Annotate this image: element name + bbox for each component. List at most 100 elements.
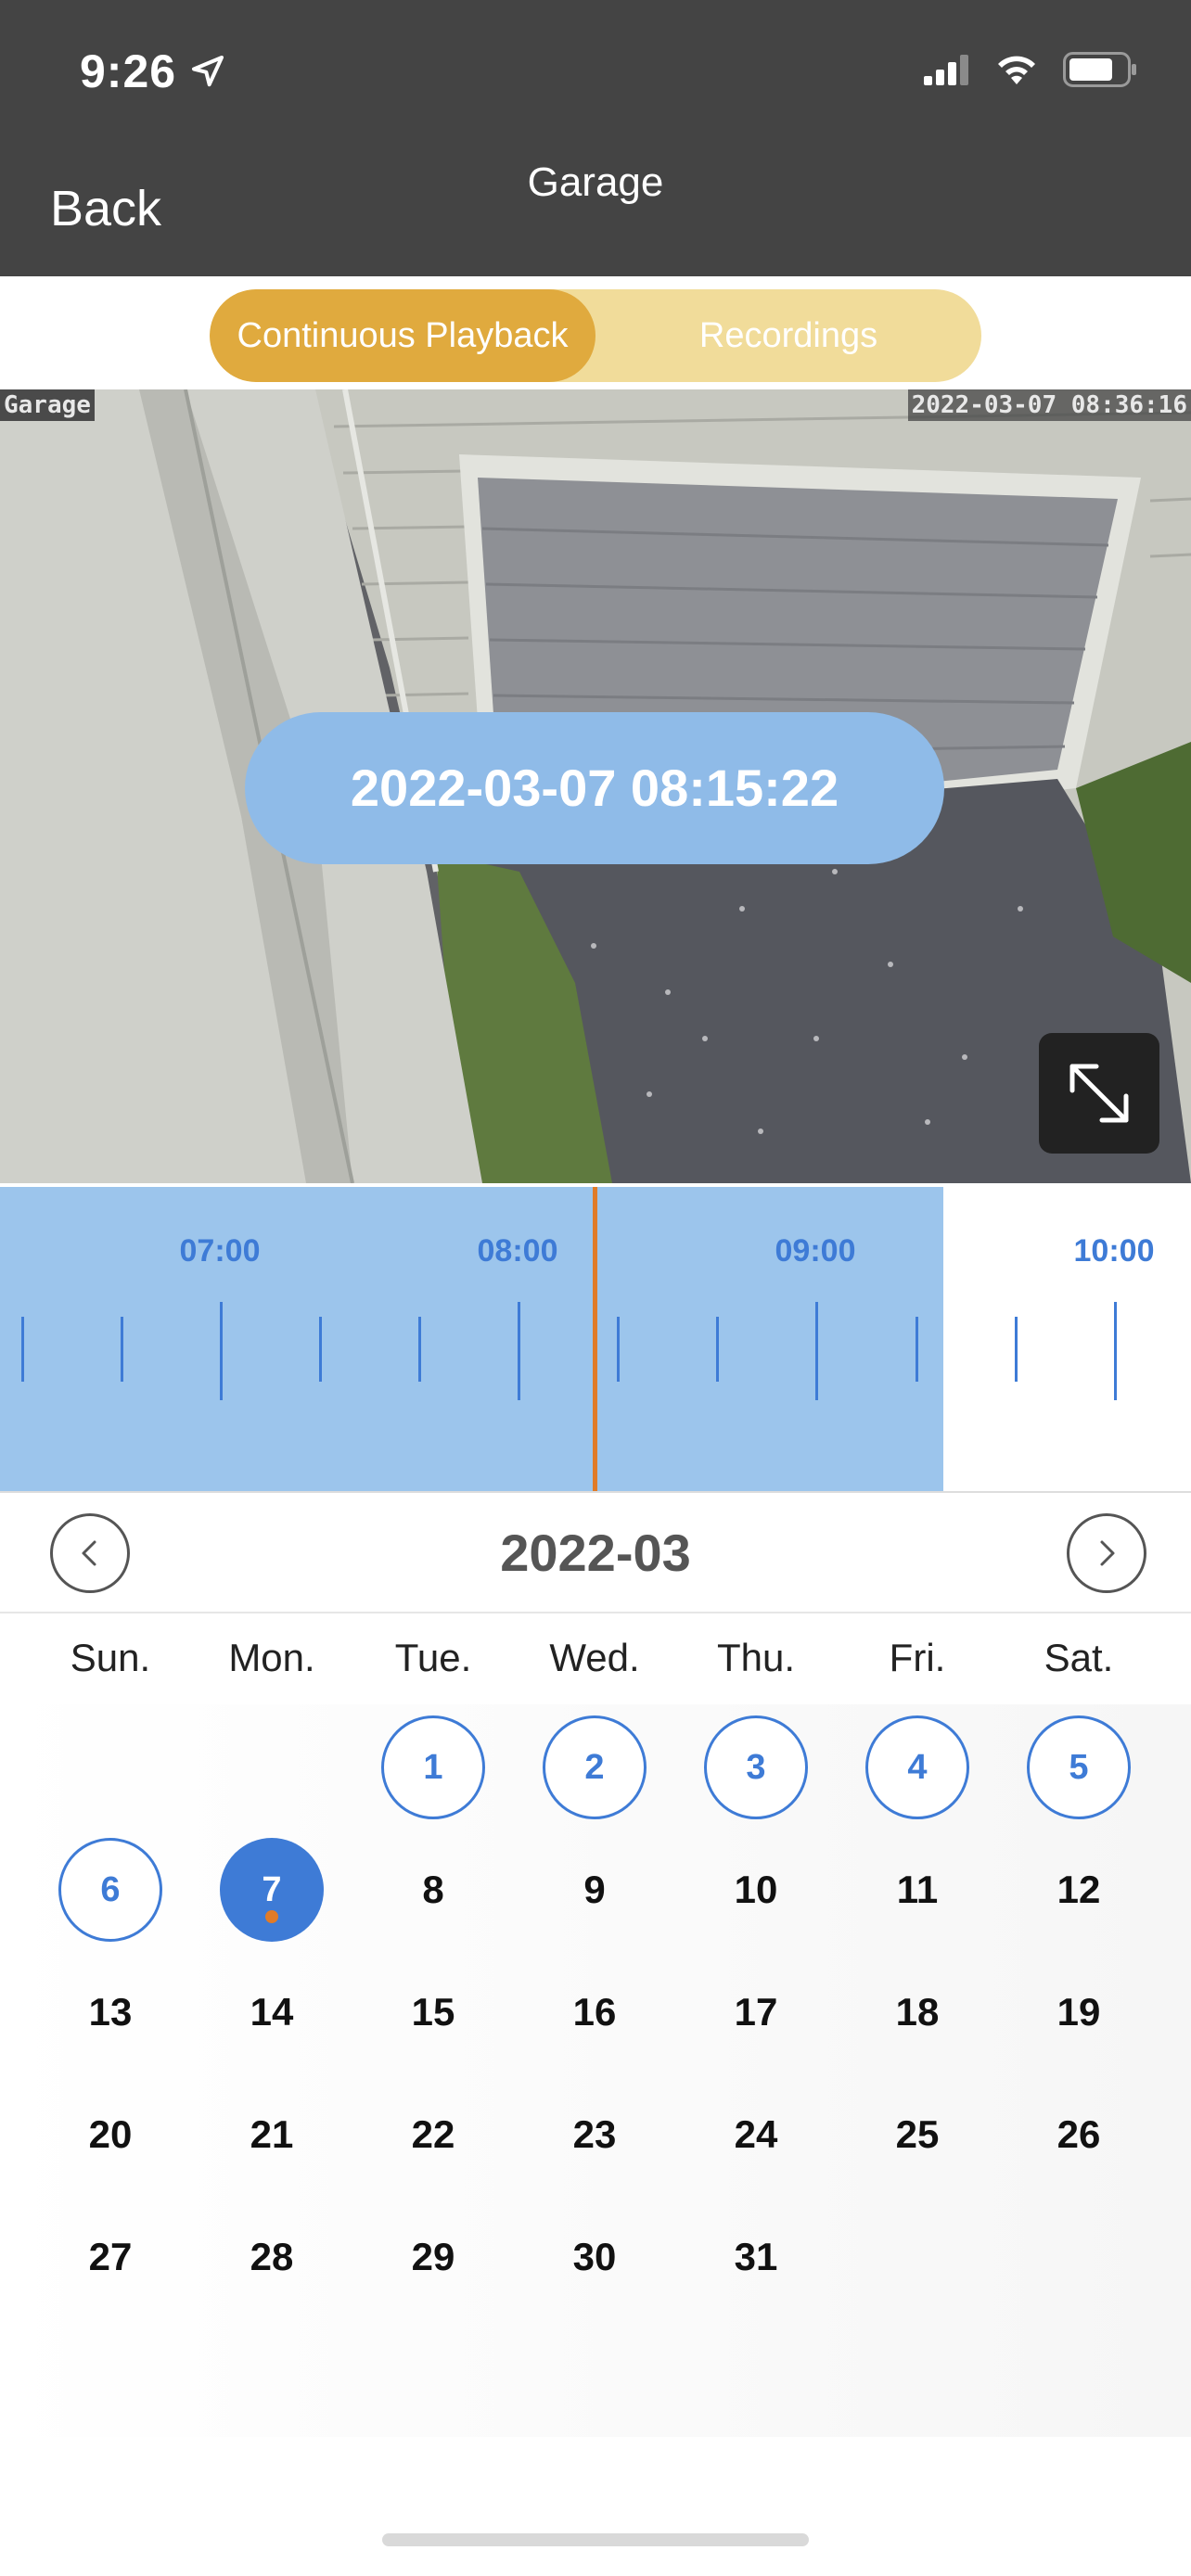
calendar-day-label: 17 (734, 1990, 778, 2034)
calendar-day-11[interactable]: 11 (865, 1838, 969, 1942)
calendar-day-label: 31 (734, 2235, 778, 2278)
calendar-day-24[interactable]: 24 (704, 2083, 808, 2187)
location-arrow-icon (192, 56, 224, 87)
calendar-day-26[interactable]: 26 (1027, 2083, 1131, 2187)
calendar-day-8[interactable]: 8 (381, 1838, 485, 1942)
calendar-day-7[interactable]: 7 (220, 1838, 324, 1942)
calendar-day-23[interactable]: 23 (543, 2083, 647, 2187)
chevron-right-icon (1100, 1540, 1115, 1566)
timeline-playhead[interactable] (593, 1187, 597, 1493)
timeline-tick (418, 1317, 421, 1382)
playback-mode-segment: Continuous Playback Recordings (210, 289, 981, 382)
weekday-thu: Thu. (716, 1636, 796, 1679)
month-title: 2022-03 (500, 1524, 691, 1582)
calendar-day-15[interactable]: 15 (381, 1960, 485, 2064)
top-bar: 9:26 Back Garage (0, 0, 1191, 276)
cellular-signal-icon (924, 55, 968, 85)
calendar-day-label: 8 (422, 1868, 444, 1911)
timeline-label-1000: 10:00 (1073, 1233, 1155, 1269)
calendar-day-17[interactable]: 17 (704, 1960, 808, 2064)
calendar-day-label: 15 (411, 1990, 455, 2034)
calendar-day-13[interactable]: 13 (58, 1960, 162, 2064)
expand-icon (1069, 1064, 1129, 1123)
calendar-day-30[interactable]: 30 (543, 2205, 647, 2309)
calendar-day-4[interactable]: 4 (865, 1715, 969, 1819)
home-indicator (382, 2533, 809, 2546)
calendar-day-label: 25 (895, 2112, 940, 2156)
status-icons (924, 52, 1137, 87)
timeline-tick (1114, 1302, 1117, 1400)
timeline-tick (319, 1317, 322, 1382)
calendar-day-label: 24 (734, 2112, 778, 2156)
video-player[interactable]: Garage 2022-03-07 08:36:16 2022-03-07 08… (0, 389, 1191, 1183)
calendar-day-label: 22 (411, 2112, 455, 2156)
timeline-tick (716, 1317, 719, 1382)
page-title: Garage (527, 159, 664, 205)
calendar-day-label: 21 (250, 2112, 294, 2156)
calendar-day-19[interactable]: 19 (1027, 1960, 1131, 2064)
timeline-tick (518, 1302, 520, 1400)
weekday-mon: Mon. (228, 1636, 315, 1679)
calendar-day-6[interactable]: 6 (58, 1838, 162, 1942)
camera-timestamp: 2022-03-07 08:36:16 (907, 389, 1191, 421)
timeline-label-0800: 08:00 (477, 1233, 558, 1269)
calendar-day-5[interactable]: 5 (1027, 1715, 1131, 1819)
fullscreen-button[interactable] (1039, 1033, 1159, 1154)
tab-recordings[interactable]: Recordings (596, 289, 981, 382)
calendar-day-label: 9 (583, 1868, 606, 1911)
calendar-day-3[interactable]: 3 (704, 1715, 808, 1819)
calendar-day-12[interactable]: 12 (1027, 1838, 1131, 1942)
timeline-tick (617, 1317, 620, 1382)
calendar-day-16[interactable]: 16 (543, 1960, 647, 2064)
calendar-day-label: 27 (88, 2235, 133, 2278)
status-time: 9:26 (80, 45, 226, 98)
calendar-day-27[interactable]: 27 (58, 2205, 162, 2309)
calendar-day-1[interactable]: 1 (381, 1715, 485, 1819)
calendar-day-label: 12 (1057, 1868, 1101, 1911)
calendar-day-18[interactable]: 18 (865, 1960, 969, 2064)
weekday-sat: Sat. (1044, 1636, 1114, 1679)
calendar-day-22[interactable]: 22 (381, 2083, 485, 2187)
calendar-day-label: 11 (896, 1868, 939, 1911)
calendar-day-10[interactable]: 10 (704, 1838, 808, 1942)
calendar-day-label: 4 (907, 1747, 928, 1787)
timeline-tick (21, 1317, 24, 1382)
calendar-grid: 1 2 3 4 5 6 7 8 9 10 11 12 13 14 15 16 17 18 19 20 21 22 23 24 2… (0, 1704, 1191, 2437)
calendar-day-label: 28 (250, 2235, 294, 2278)
timeline-tick (1015, 1317, 1018, 1382)
calendar-day-label: 19 (1057, 1990, 1101, 2034)
calendar-day-21[interactable]: 21 (220, 2083, 324, 2187)
calendar-day-label: 30 (572, 2235, 617, 2278)
calendar-day-label: 16 (572, 1990, 617, 2034)
calendar-day-29[interactable]: 29 (381, 2205, 485, 2309)
calendar-day-9[interactable]: 9 (543, 1838, 647, 1942)
next-month-button[interactable] (1067, 1513, 1146, 1593)
calendar-day-label: 6 (100, 1869, 121, 1909)
calendar-day-20[interactable]: 20 (58, 2083, 162, 2187)
divider (0, 1491, 1191, 1493)
calendar-day-25[interactable]: 25 (865, 2083, 969, 2187)
calendar-day-label: 10 (734, 1868, 778, 1911)
calendar-day-14[interactable]: 14 (220, 1960, 324, 2064)
weekday-row: Sun. Mon. Tue. Wed. Thu. Fri. Sat. (0, 1636, 1191, 1691)
calendar-header: 2022-03 (0, 1495, 1191, 1613)
weekday-wed: Wed. (549, 1636, 640, 1679)
tab-continuous-playback[interactable]: Continuous Playback (210, 289, 596, 382)
wifi-icon (998, 56, 1035, 84)
weekday-fri: Fri. (889, 1636, 946, 1679)
battery-icon (1063, 52, 1136, 87)
calendar-day-label: 29 (411, 2235, 455, 2278)
calendar-day-label: 14 (250, 1990, 294, 2034)
calendar-day-28[interactable]: 28 (220, 2205, 324, 2309)
calendar-day-31[interactable]: 31 (704, 2205, 808, 2309)
calendar-day-label: 23 (572, 2112, 617, 2156)
calendar-day-label: 1 (423, 1747, 443, 1787)
camera-label: Garage (0, 389, 95, 421)
calendar-day-label: 7 (262, 1869, 282, 1909)
calendar-day-label: 2 (584, 1747, 605, 1787)
calendar-day-2[interactable]: 2 (543, 1715, 647, 1819)
timeline-tick (916, 1317, 918, 1382)
current-time-pill: 2022-03-07 08:15:22 (245, 712, 944, 864)
calendar-day-label: 5 (1069, 1747, 1089, 1787)
timeline-scrubber[interactable]: 07:00 08:00 09:00 10:00 (0, 1187, 1191, 1493)
